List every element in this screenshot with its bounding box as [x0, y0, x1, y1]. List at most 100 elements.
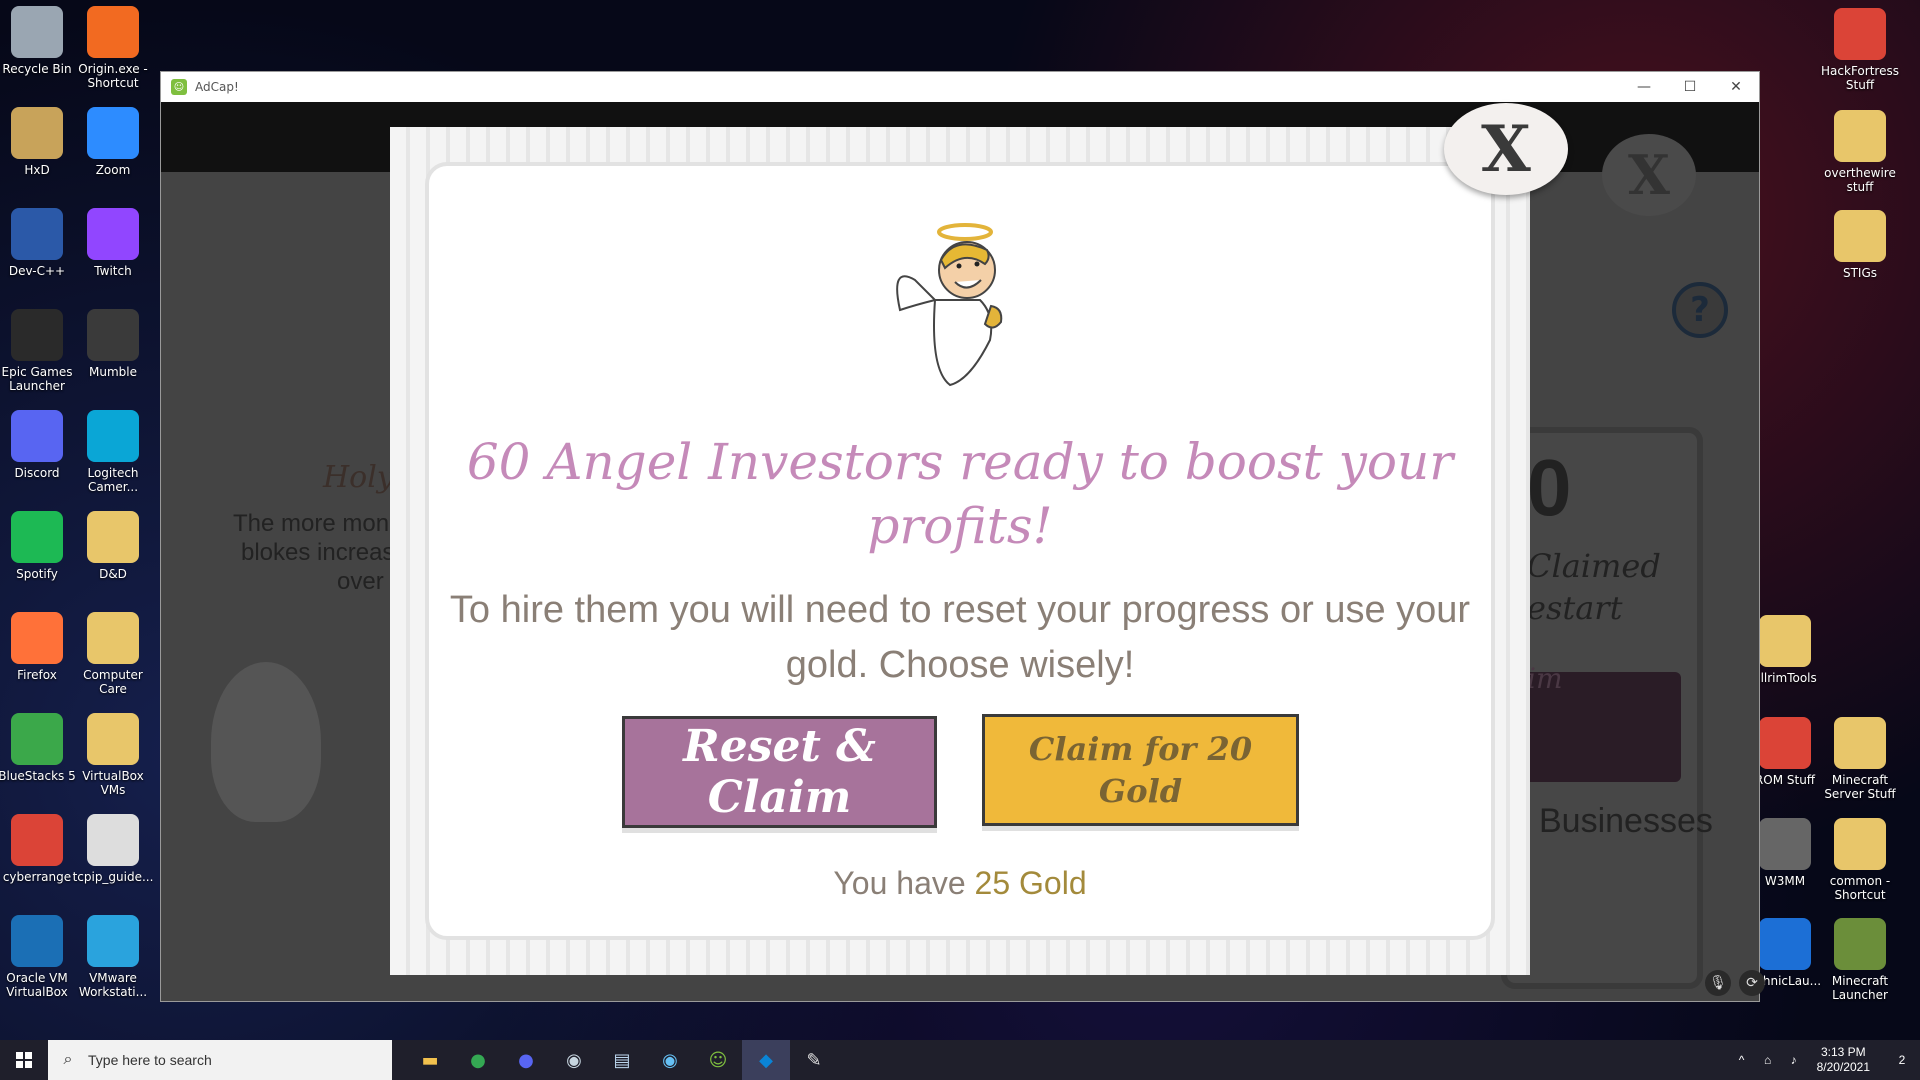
- folder-icon: [1834, 818, 1886, 870]
- devcpp-icon: [11, 208, 63, 260]
- clock-time: 3:13 PM: [1820, 1045, 1866, 1059]
- notepad-icon[interactable]: ▤: [598, 1040, 646, 1080]
- paint-icon[interactable]: ✎: [790, 1040, 838, 1080]
- desktop-icon-label: Origin.exe - Shortcut: [78, 62, 148, 90]
- folder-icon: [1759, 615, 1811, 667]
- chrome-icon: [1834, 8, 1886, 60]
- modal-close-button[interactable]: X: [1444, 103, 1568, 195]
- desktop-icon[interactable]: D&D: [68, 511, 158, 581]
- folder-icon: [1834, 110, 1886, 162]
- folder-icon: [87, 511, 139, 563]
- desktop-icon[interactable]: Computer Care: [68, 612, 158, 696]
- firefox-icon: [11, 612, 63, 664]
- desktop-icon[interactable]: Mumble: [68, 309, 158, 379]
- gold-balance-amount: 25 Gold: [974, 865, 1087, 901]
- background-claimed-text: Claimed: [1527, 547, 1661, 585]
- folder-icon: [87, 612, 139, 664]
- minimize-button[interactable]: —: [1621, 72, 1667, 102]
- adcap-icon[interactable]: ☺: [694, 1040, 742, 1080]
- taskbar-apps: ▬ ● ● ◉ ▤ ◉ ☺ ◆ ✎: [406, 1040, 838, 1080]
- hxd-icon: [11, 107, 63, 159]
- maximize-button[interactable]: ☐: [1667, 72, 1713, 102]
- gold-balance-prefix: You have: [833, 865, 966, 901]
- desktop-icon[interactable]: overthewire stuff: [1815, 110, 1905, 194]
- background-claim-text: im: [1527, 662, 1563, 695]
- steam-icon[interactable]: ◉: [550, 1040, 598, 1080]
- desktop-icon-label: STIGs: [1842, 266, 1878, 280]
- help-icon[interactable]: ?: [1672, 282, 1728, 338]
- window-titlebar[interactable]: ☺ AdCap! — ☐ ✕: [161, 72, 1759, 102]
- desktop-icon[interactable]: HackFortress Stuff: [1815, 8, 1905, 92]
- origin-icon: [87, 6, 139, 58]
- folder-icon: [1834, 210, 1886, 262]
- search-placeholder: Type here to search: [88, 1052, 212, 1068]
- vscode-icon[interactable]: ◆: [742, 1040, 790, 1080]
- background-holy-text: Holy: [323, 460, 394, 495]
- desktop-icon[interactable]: Minecraft Server Stuff: [1815, 717, 1905, 801]
- clock[interactable]: 3:13 PM 8/20/2021: [1817, 1045, 1870, 1075]
- steam-icon[interactable]: ◉: [646, 1040, 694, 1080]
- desktop-icon-label: Logitech Camer...: [87, 466, 139, 494]
- modal-headline: 60 Angel Investors ready to boost your p…: [466, 433, 1454, 555]
- minecraft-icon: [1834, 918, 1886, 970]
- discord-icon: [11, 410, 63, 462]
- desktop-icon-label: Twitch: [94, 264, 132, 278]
- background-angel-icon: [211, 662, 321, 822]
- background-desc-line: The more money: [233, 510, 415, 537]
- clock-date: 8/20/2021: [1816, 1060, 1870, 1074]
- desktop-icon-label: HackFortress Stuff: [1821, 64, 1899, 92]
- mumble-icon: [87, 309, 139, 361]
- chevron-up-icon[interactable]: ^: [1729, 1040, 1755, 1080]
- taskbar-search-box[interactable]: ⌕ Type here to search: [48, 1040, 392, 1080]
- epic-games-icon: [11, 309, 63, 361]
- desktop-icon[interactable]: Logitech Camer...: [68, 410, 158, 494]
- desktop-icon[interactable]: Minecraft Launcher: [1815, 918, 1905, 1002]
- twitch-icon: [87, 208, 139, 260]
- claim-for-gold-button[interactable]: Claim for 20 Gold: [982, 714, 1299, 826]
- desktop-icon[interactable]: Twitch: [68, 208, 158, 278]
- chrome-icon: [11, 814, 63, 866]
- adcap-app-icon: ☺: [171, 79, 187, 95]
- desktop-icon[interactable]: Origin.exe - Shortcut: [68, 6, 158, 90]
- refresh-icon[interactable]: ⟳: [1739, 970, 1765, 996]
- file-explorer-icon[interactable]: ▬: [406, 1040, 454, 1080]
- gold-balance: You have 25 Gold: [700, 865, 1220, 902]
- background-close-icon: X: [1602, 134, 1696, 216]
- desktop-icon[interactable]: common - Shortcut: [1815, 818, 1905, 902]
- desktop-icon-label: D&D: [99, 567, 127, 581]
- reset-and-claim-button[interactable]: Reset & Claim: [622, 716, 937, 828]
- recycle-bin-icon: [11, 6, 63, 58]
- close-window-button[interactable]: ✕: [1713, 72, 1759, 102]
- desktop-icon[interactable]: Zoom: [68, 107, 158, 177]
- desktop-icon[interactable]: VMware Workstati...: [68, 915, 158, 999]
- start-button[interactable]: [0, 1040, 48, 1080]
- desktop-icon-label: Minecraft Server Stuff: [1824, 773, 1896, 801]
- technic-launcher-icon: [1759, 918, 1811, 970]
- chrome-icon[interactable]: ●: [454, 1040, 502, 1080]
- logitech-camera-icon: [87, 410, 139, 462]
- desktop-icon-label: Computer Care: [83, 668, 143, 696]
- background-desc-line: over t: [337, 568, 398, 595]
- volume-icon[interactable]: ♪: [1781, 1040, 1807, 1080]
- taskbar: ⌕ Type here to search ▬ ● ● ◉ ▤ ◉ ☺ ◆ ✎ ^ ⌂ ♪ 3:…: [0, 1040, 1920, 1080]
- notification-icon[interactable]: 2: [1884, 1040, 1920, 1080]
- desktop-icon[interactable]: tcpip_guide...: [68, 814, 158, 884]
- desktop-icon-label: Zoom: [95, 163, 131, 177]
- desktop-icon-label: tcpip_guide...: [72, 870, 154, 884]
- bluestacks-icon: [11, 713, 63, 765]
- background-zero-text: 0: [1527, 443, 1572, 532]
- spotify-icon: [11, 511, 63, 563]
- windows-logo-icon: [16, 1052, 32, 1068]
- discord-icon[interactable]: ●: [502, 1040, 550, 1080]
- document-icon: [87, 814, 139, 866]
- notification-count: 2: [1898, 1053, 1906, 1067]
- desktop-icon-label: Mumble: [89, 365, 137, 379]
- desktop-icon[interactable]: STIGs: [1815, 210, 1905, 280]
- microphone-icon[interactable]: 🎙: [1705, 970, 1731, 996]
- background-restart-text: estart: [1527, 589, 1623, 627]
- chrome-icon: [1759, 717, 1811, 769]
- modal-subline: To hire them you will need to reset your…: [449, 589, 1471, 686]
- system-tray: ^ ⌂ ♪ 3:13 PM 8/20/2021 2: [1729, 1040, 1920, 1080]
- network-icon[interactable]: ⌂: [1755, 1040, 1781, 1080]
- desktop-icon[interactable]: VirtualBox VMs: [68, 713, 158, 797]
